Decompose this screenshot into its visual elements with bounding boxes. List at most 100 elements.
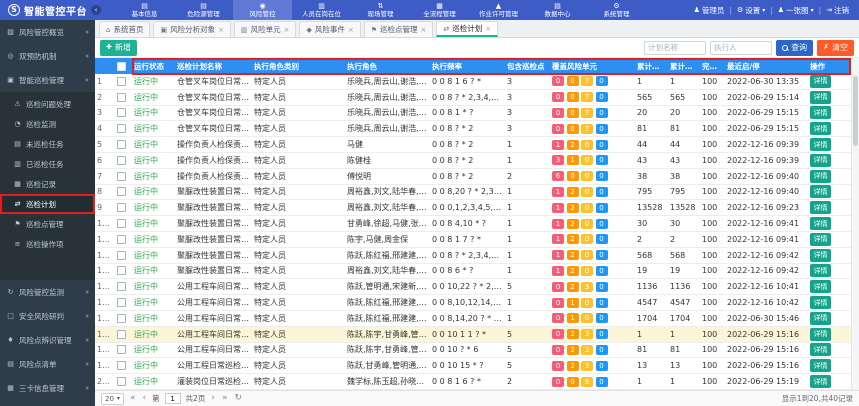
close-icon[interactable]: × (348, 26, 354, 34)
tab-1[interactable]: ▣ 风险分析对象 × (153, 21, 231, 37)
row-checkbox[interactable] (117, 298, 126, 308)
sidebar-group-7[interactable]: ▦ 三卡信息管理 » (0, 376, 95, 400)
sidebar-group-6[interactable]: ▤ 风险点清单 » (0, 352, 95, 376)
risk-unit-badge: 0 (581, 313, 593, 324)
detail-button[interactable]: 详情 (810, 217, 831, 231)
detail-button[interactable]: 详情 (810, 153, 831, 167)
tab-5[interactable]: ⇄ 巡检计划 × (436, 21, 499, 37)
search-button[interactable]: 查询 (776, 39, 814, 56)
user-menu-item-1[interactable]: ⚙ 设置 ▾ (737, 5, 765, 16)
topnav-item-4[interactable]: ⇅ 现场管理 (351, 0, 410, 20)
row-checkbox[interactable] (117, 203, 126, 213)
page-size-select[interactable]: 20 ▾ (101, 392, 124, 405)
topnav-item-5[interactable]: ▦ 全流程管理 (410, 0, 469, 20)
refresh-icon[interactable]: ↻ (233, 394, 243, 403)
topnav-item-7[interactable]: ▤ 数据中心 (528, 0, 587, 20)
sidebar-item-0[interactable]: ⚠ 巡检问题处理 (0, 94, 95, 114)
last-page-button[interactable]: » (221, 394, 229, 403)
risk-unit-badge: 0 (566, 76, 579, 87)
user-menu-item-0[interactable]: ♟ 管理员 (694, 5, 725, 16)
detail-button[interactable]: 详情 (810, 201, 831, 215)
next-page-button[interactable]: › (210, 394, 216, 403)
topnav-item-6[interactable]: ▲ 作业许可管理 (469, 0, 528, 20)
detail-button[interactable]: 详情 (810, 375, 831, 389)
detail-button[interactable]: 详情 (810, 232, 831, 246)
sidebar-item-1[interactable]: ◔ 巡检监测 (0, 114, 95, 134)
row-checkbox[interactable] (117, 266, 126, 276)
sidebar-group-2[interactable]: ▣ 智能巡检管理 » (0, 68, 95, 92)
detail-button[interactable]: 详情 (810, 248, 831, 262)
row-checkbox[interactable] (117, 124, 126, 134)
detail-button[interactable]: 详情 (810, 138, 831, 152)
row-checkbox[interactable] (117, 155, 126, 165)
detail-button[interactable]: 详情 (810, 122, 831, 136)
sidebar-group-3[interactable]: ↻ 风险管控监测 » (0, 280, 95, 304)
close-icon[interactable]: × (284, 26, 290, 34)
detail-button[interactable]: 详情 (810, 106, 831, 120)
topnav-item-0[interactable]: ▤ 基本信息 (115, 0, 174, 20)
tab-3[interactable]: ◆ 风险事件 × (299, 21, 361, 37)
add-button[interactable]: ✚ 新增 (100, 39, 137, 56)
row-checkbox[interactable] (117, 313, 126, 323)
sidebar-item-6[interactable]: ⚑ 巡检点管理 (0, 214, 95, 234)
sidebar-collapse-icon[interactable]: ‹ (91, 5, 101, 15)
row-checkbox[interactable] (117, 345, 126, 355)
sidebar-group-4[interactable]: □ 安全风险研判 » (0, 304, 95, 328)
sidebar-item-2[interactable]: ▤ 未巡检任务 (0, 134, 95, 154)
plan-name-input[interactable] (644, 40, 707, 55)
row-checkbox[interactable] (117, 219, 126, 229)
close-icon[interactable]: × (485, 25, 491, 33)
detail-button[interactable]: 详情 (810, 185, 831, 199)
sidebar-item-5[interactable]: ⇄ 巡检计划 (0, 194, 95, 214)
row-checkbox[interactable] (117, 234, 126, 244)
detail-button[interactable]: 详情 (810, 343, 831, 357)
vertical-scrollbar[interactable] (851, 58, 859, 390)
row-checkbox[interactable] (117, 250, 126, 260)
tab-2[interactable]: ▥ 风险单元 × (233, 21, 297, 37)
detail-button[interactable]: 详情 (810, 311, 831, 325)
tab-4[interactable]: ⚑ 巡检点管理 × (363, 21, 434, 37)
sidebar-group-1[interactable]: ◎ 双预防机制 » (0, 44, 95, 68)
row-checkbox[interactable] (117, 377, 126, 387)
user-menu-item-2[interactable]: ♟ 一张图 ▾ (778, 5, 814, 16)
detail-button[interactable]: 详情 (810, 169, 831, 183)
row-checkbox[interactable] (117, 76, 126, 86)
close-icon[interactable]: × (218, 26, 224, 34)
topnav-item-2[interactable]: ◉ 风险管控 (233, 0, 292, 20)
page-number-input[interactable] (164, 393, 181, 404)
sidebar-item-7[interactable]: ≡ 巡检操作项 (0, 234, 95, 254)
detail-button[interactable]: 详情 (810, 359, 831, 373)
detail-button[interactable]: 详情 (810, 74, 831, 88)
sidebar-item-3[interactable]: ▥ 已巡检任务 (0, 154, 95, 174)
row-checkbox[interactable] (117, 108, 126, 118)
user-menu-item-3[interactable]: ⇥ 注销 (826, 5, 849, 16)
sidebar-group-0[interactable]: ▧ 风险管控概览 » (0, 20, 95, 44)
topnav-item-3[interactable]: ▥ 人员在岗在位 (292, 0, 351, 20)
row-checkbox[interactable] (117, 329, 126, 339)
close-icon[interactable]: × (421, 26, 427, 34)
executor-input[interactable] (710, 40, 773, 55)
sidebar-group-label: 风险点清单 (19, 359, 57, 369)
row-checkbox[interactable] (117, 140, 126, 150)
first-page-button[interactable]: « (129, 394, 137, 403)
detail-button[interactable]: 详情 (810, 90, 831, 104)
detail-button[interactable]: 详情 (810, 264, 831, 278)
select-all-checkbox[interactable] (117, 61, 126, 71)
clear-button[interactable]: ✗ 清空 (817, 39, 854, 56)
row-checkbox[interactable] (117, 187, 126, 197)
prev-page-button[interactable]: ‹ (141, 394, 147, 403)
detail-button[interactable]: 详情 (810, 296, 831, 310)
tab-0[interactable]: ⌂ 系统首页 (99, 21, 151, 37)
topnav-item-1[interactable]: ▤ 危险源管理 (174, 0, 233, 20)
row-checkbox[interactable] (117, 171, 126, 181)
row-checkbox[interactable] (117, 282, 126, 292)
topnav-item-8[interactable]: ⚙ 系统管理 (587, 0, 646, 20)
row-checkbox[interactable] (117, 361, 126, 371)
detail-button[interactable]: 详情 (810, 327, 831, 341)
detail-button[interactable]: 详情 (810, 280, 831, 294)
sidebar-item-4[interactable]: ▦ 巡检记录 (0, 174, 95, 194)
row-checkbox[interactable] (117, 92, 126, 102)
sidebar-group-8[interactable]: ◈风险分析辨识工具» (0, 400, 95, 406)
scrollbar-thumb[interactable] (853, 76, 858, 146)
sidebar-group-5[interactable]: ♦ 风险点辨识管理 » (0, 328, 95, 352)
